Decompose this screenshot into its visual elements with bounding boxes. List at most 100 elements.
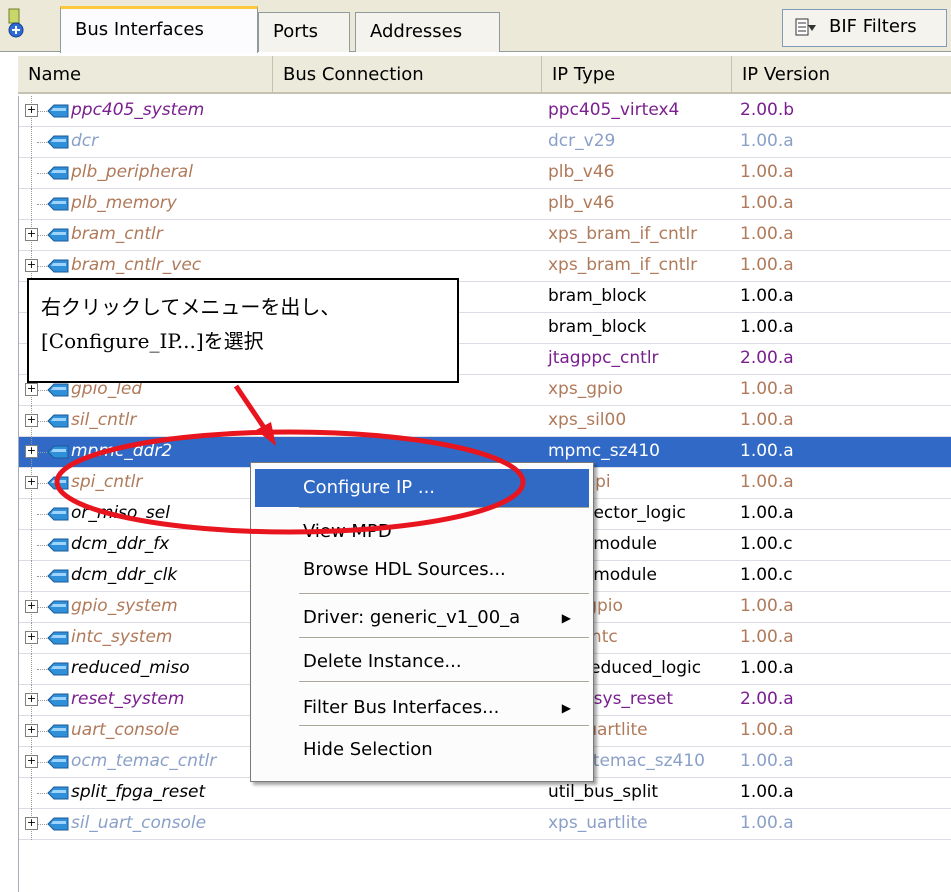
menu-separator — [299, 637, 589, 639]
add-interface-icon[interactable] — [8, 8, 30, 38]
bus-interface-icon — [47, 135, 69, 149]
bus-interface-icon — [47, 383, 69, 397]
instance-name: reduced_miso — [71, 658, 190, 678]
bif-filters-button[interactable]: BIF Filters — [782, 9, 947, 47]
menu-item-driver-generic-v1-00-a[interactable]: Driver: generic_v1_00_a ▶ — [255, 599, 589, 637]
ip-version: 2.00.a — [740, 689, 794, 709]
column-bus-connection[interactable]: Bus Connection — [273, 56, 542, 94]
bus-interface-icon — [47, 631, 69, 645]
expand-icon[interactable]: + — [25, 817, 38, 830]
expand-icon[interactable]: + — [25, 104, 38, 117]
instance-name: dcr — [71, 131, 99, 151]
ip-version: 1.00.a — [740, 782, 794, 802]
tree-line — [31, 189, 32, 220]
menu-item-hide-selection[interactable]: Hide Selection — [255, 731, 589, 769]
expand-icon[interactable]: + — [25, 414, 38, 427]
menu-item-configure-ip[interactable]: Configure IP ... — [255, 469, 589, 507]
bus-interface-icon — [47, 600, 69, 614]
bus-interface-icon — [47, 445, 69, 459]
callout-line-2: [Configure_IP...]を選択 — [41, 329, 264, 353]
expand-icon[interactable]: + — [25, 600, 38, 613]
tab-bus-interfaces[interactable]: Bus Interfaces — [60, 6, 258, 53]
ip-type: xps_bram_if_cntlr — [548, 255, 698, 275]
instance-name: ppc405_system — [71, 100, 205, 120]
bus-interface-icon — [47, 569, 69, 583]
bus-interface-icon — [47, 662, 69, 676]
column-ip-version[interactable]: IP Version — [732, 56, 951, 94]
bus-interface-icon — [47, 166, 69, 180]
ip-type: ppc405_virtex4 — [548, 100, 680, 120]
bus-interface-icon — [47, 197, 69, 211]
instance-name: bram_cntlr — [71, 224, 163, 244]
bus-interface-icon — [47, 476, 69, 490]
ip-version: 1.00.a — [740, 379, 794, 399]
ip-version: 1.00.a — [740, 720, 794, 740]
table-row[interactable]: plb_peripheral plb_v46 1.00.a — [19, 158, 951, 189]
ip-version: 1.00.a — [740, 627, 794, 647]
tab-bar: Bus Interfaces Ports Addresses BIF Filte… — [0, 0, 951, 53]
instance-name: plb_memory — [71, 193, 177, 213]
tree-line — [31, 654, 32, 685]
ip-version: 1.00.a — [740, 472, 794, 492]
ip-type: jtagppc_cntlr — [548, 348, 659, 368]
expand-icon[interactable]: + — [25, 631, 38, 644]
column-ip-type[interactable]: IP Type — [542, 56, 732, 94]
menu-item-label: Filter Bus Interfaces... — [303, 697, 500, 718]
menu-item-browse-hdl-sources[interactable]: Browse HDL Sources... — [255, 551, 589, 589]
ip-version: 1.00.a — [740, 410, 794, 430]
table-row[interactable]: plb_memory plb_v46 1.00.a — [19, 189, 951, 220]
table-row[interactable]: + sil_cntlr xps_sil00 1.00.a — [19, 406, 951, 437]
ip-version: 1.00.a — [740, 255, 794, 275]
table-row[interactable]: dcr dcr_v29 1.00.a — [19, 127, 951, 158]
ip-version: 1.00.a — [740, 813, 794, 833]
ip-version: 1.00.a — [740, 193, 794, 213]
instance-name: mpmc_ddr2 — [71, 441, 173, 461]
filter-icon — [795, 18, 816, 36]
ip-version: 2.00.b — [740, 100, 795, 120]
bus-interface-icon — [47, 755, 69, 769]
bus-interface-icon — [47, 104, 69, 118]
ip-type: xps_gpio — [548, 379, 623, 399]
menu-item-label: Browse HDL Sources... — [303, 559, 506, 580]
table-row[interactable]: + bram_cntlr xps_bram_if_cntlr 1.00.a — [19, 220, 951, 251]
instance-name: sil_uart_console — [71, 813, 207, 833]
bus-interface-icon — [47, 724, 69, 738]
table-row[interactable]: split_fpga_reset util_bus_split 1.00.a — [19, 778, 951, 809]
menu-item-label: View MPD — [303, 521, 392, 542]
expand-icon[interactable]: + — [25, 445, 38, 458]
tree-line — [31, 499, 32, 530]
menu-item-label: Configure IP ... — [303, 477, 436, 498]
expand-icon[interactable]: + — [25, 693, 38, 706]
expand-icon[interactable]: + — [25, 476, 38, 489]
bus-interface-icon — [47, 786, 69, 800]
column-name[interactable]: Name — [18, 56, 273, 94]
tree-line — [31, 158, 32, 189]
menu-item-view-mpd[interactable]: View MPD — [255, 513, 589, 551]
expand-icon[interactable]: + — [25, 383, 38, 396]
ip-type: xps_uartlite — [548, 813, 648, 833]
tab-ports[interactable]: Ports — [258, 12, 350, 52]
menu-item-label: Driver: generic_v1_00_a — [303, 607, 521, 628]
expand-icon[interactable]: + — [25, 755, 38, 768]
ip-type: xps_sil00 — [548, 410, 627, 430]
ip-type: plb_v46 — [548, 162, 615, 182]
bif-filters-label: BIF Filters — [829, 16, 917, 37]
ip-version: 1.00.a — [740, 317, 794, 337]
menu-item-delete-instance[interactable]: Delete Instance... — [255, 643, 589, 681]
expand-icon[interactable]: + — [25, 724, 38, 737]
bus-interface-icon — [47, 538, 69, 552]
table-row[interactable]: + ppc405_system ppc405_virtex4 2.00.b — [19, 96, 951, 127]
ip-type: plb_v46 — [548, 193, 615, 213]
ip-version: 2.00.a — [740, 348, 794, 368]
submenu-arrow-icon: ▶ — [561, 611, 571, 625]
expand-icon[interactable]: + — [25, 228, 38, 241]
instance-name: reset_system — [71, 689, 185, 709]
tree-line — [31, 530, 32, 561]
menu-separator — [299, 507, 589, 509]
menu-item-filter-bus-interfaces[interactable]: Filter Bus Interfaces... ▶ — [255, 689, 589, 727]
tab-addresses[interactable]: Addresses — [355, 12, 500, 52]
expand-icon[interactable]: + — [25, 259, 38, 272]
ip-type: bram_block — [548, 286, 647, 306]
bus-interface-icon — [47, 817, 69, 831]
table-row[interactable]: + sil_uart_console xps_uartlite 1.00.a — [19, 809, 951, 840]
